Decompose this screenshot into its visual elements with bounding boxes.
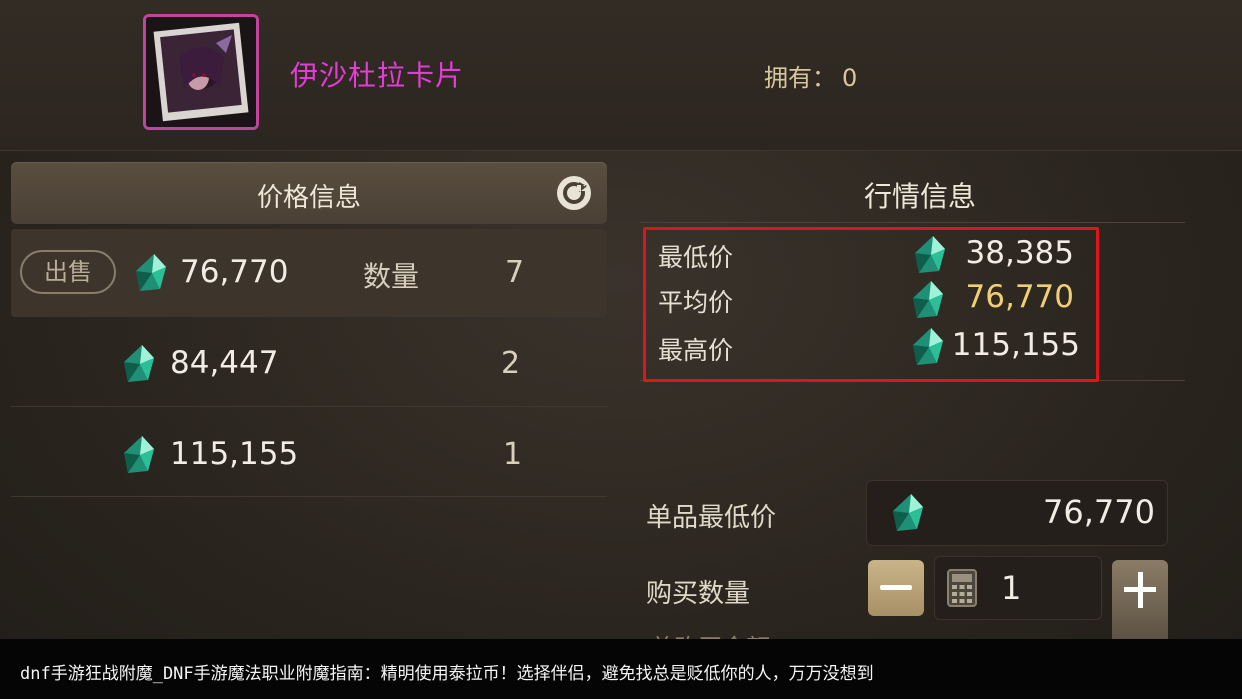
price-info-header: 价格信息 — [11, 162, 607, 224]
owned-count: 拥有： 0 — [758, 58, 857, 93]
row-divider — [11, 496, 607, 497]
market-screen: 伊沙杜拉卡片 拥有： 0 价格信息 出售 76,770 数量 7 84,447 2 — [0, 0, 1242, 699]
max-price-value: 115,155 — [951, 327, 1080, 363]
listing-quantity: 2 — [501, 346, 521, 381]
item-name: 伊沙杜拉卡片 — [290, 59, 465, 92]
listing-quantity: 1 — [503, 437, 523, 472]
quantity-input[interactable]: 1 — [934, 556, 1102, 620]
listing-price[interactable]: 84,447 — [170, 345, 278, 381]
max-price-label: 最高价 — [658, 336, 734, 365]
item-card-thumbnail[interactable] — [143, 14, 259, 130]
decrease-quantity-button[interactable] — [868, 560, 924, 616]
gem-icon — [124, 436, 154, 473]
owned-value: 0 — [842, 64, 858, 92]
calculator-icon[interactable] — [947, 569, 977, 607]
row-divider — [11, 406, 607, 407]
sell-badge[interactable]: 出售 — [20, 250, 116, 294]
avg-price-value: 76,770 — [965, 279, 1074, 315]
caption-bar: dnf手游狂战附魔_DNF手游魔法职业附魔指南：精明使用泰拉币！选择伴侣，避免找… — [0, 639, 1242, 699]
item-card-image — [146, 17, 256, 127]
avg-price-label: 平均价 — [658, 288, 734, 317]
caption-text: dnf手游狂战附魔_DNF手游魔法职业附魔指南：精明使用泰拉币！选择伴侣，避免找… — [20, 664, 874, 684]
increase-quantity-button[interactable] — [1112, 560, 1168, 640]
listing-quantity: 7 — [505, 255, 525, 290]
gem-icon — [124, 345, 154, 382]
quantity-value: 1 — [1001, 569, 1022, 607]
market-info-title: 行情信息 — [863, 180, 976, 213]
quantity-header: 数量 — [363, 260, 420, 293]
min-price-label: 最低价 — [658, 243, 734, 272]
owned-label: 拥有： — [764, 64, 836, 92]
unit-price-value: 76,770 — [1043, 493, 1155, 531]
listing-price[interactable]: 115,155 — [170, 436, 298, 472]
unit-price-label: 单品最低价 — [646, 503, 777, 533]
quantity-label: 购买数量 — [646, 579, 751, 609]
min-price-value: 38,385 — [965, 235, 1074, 271]
gem-icon — [136, 254, 166, 291]
unit-price-field[interactable]: 76,770 — [866, 480, 1168, 546]
price-info-title: 价格信息 — [256, 183, 361, 213]
gem-icon — [893, 494, 923, 531]
listing-price: 76,770 — [180, 254, 289, 290]
refresh-icon[interactable] — [555, 174, 593, 212]
divider — [640, 222, 1185, 223]
